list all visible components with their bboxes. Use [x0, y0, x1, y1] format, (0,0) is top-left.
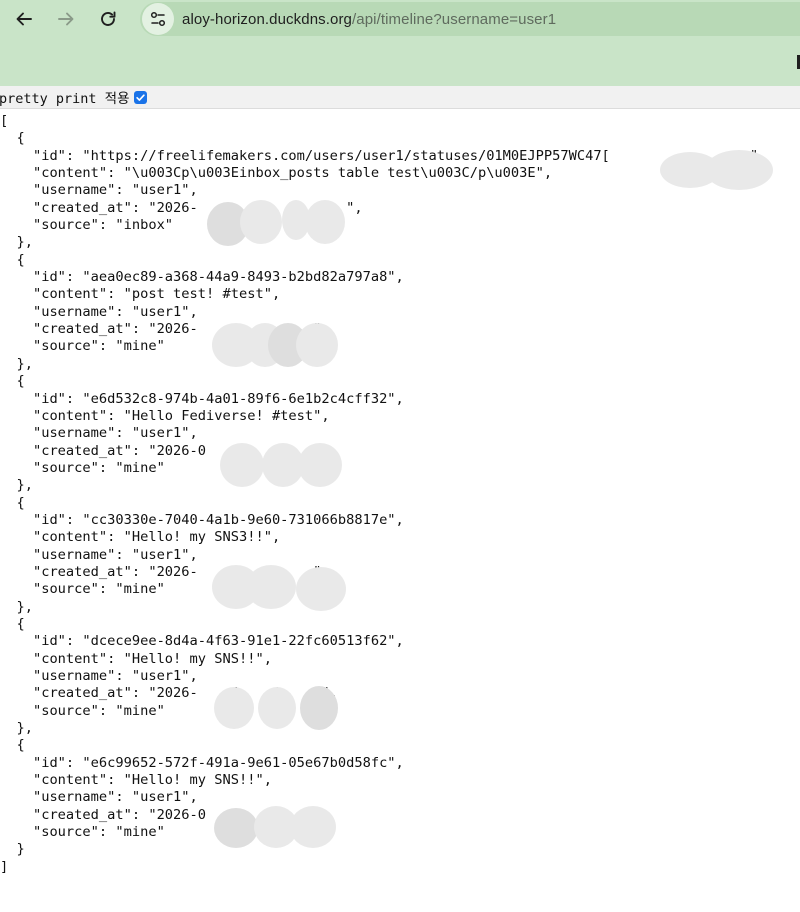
json-line: { — [16, 251, 25, 268]
checkmark-icon — [135, 93, 145, 101]
json-line: [ — [0, 113, 9, 129]
back-button[interactable] — [12, 7, 36, 31]
json-line: "username": "user1", — [32, 668, 198, 684]
reload-icon — [101, 11, 116, 26]
pretty-print-bar: pretty print 적용 — [0, 86, 800, 109]
json-line: "username": "user1", — [32, 182, 198, 199]
json-line: "content": "Hello! my SNS!!", — [32, 772, 272, 789]
bookmarks-bar — [0, 38, 800, 86]
json-line: { — [16, 130, 25, 147]
json-line: "source": "mine" — [32, 581, 165, 598]
json-line: "id": "https://freelifemakers.com/users/… — [32, 147, 766, 164]
pretty-print-checkbox[interactable] — [133, 90, 147, 104]
json-line: "username": "user1", — [32, 425, 198, 442]
json-response: [ { "id": "https://freelifemakers.com/us… — [0, 113, 766, 876]
json-line: "username": "user1", — [32, 546, 198, 563]
json-line: { — [16, 737, 25, 754]
json-line: "id": "cc30330e-7040-4a1b-9e60-731066b88… — [32, 511, 404, 528]
json-line: "source": "mine" — [32, 459, 165, 476]
json-line: "content": "post test! #test", — [32, 286, 281, 303]
json-line: "id": "e6d532c8-974b-4a01-89f6-6e1b2c4cf… — [32, 390, 404, 407]
json-line: }, — [16, 477, 33, 494]
json-line: "username": "user1", — [32, 303, 198, 320]
tune-icon — [150, 11, 166, 27]
site-info-button[interactable] — [142, 3, 174, 35]
json-line: }, — [16, 234, 33, 251]
arrow-right-icon — [58, 12, 74, 26]
json-line: }, — [16, 355, 33, 372]
json-line: "source": "mine" — [32, 338, 165, 355]
json-line: }, — [16, 720, 33, 737]
json-line: ] — [0, 858, 9, 875]
json-line: "source": "mine" — [32, 702, 165, 719]
url-path: /api/timeline?username=user1 — [352, 10, 557, 28]
pretty-print-label: pretty print 적용 — [0, 91, 130, 107]
json-line: { — [16, 615, 25, 632]
json-line: "content": "Hello Fediverse! #test", — [32, 407, 330, 424]
arrow-left-icon — [16, 12, 32, 26]
browser-toolbar: aloy-horizon.duckdns.org/api/timeline?us… — [0, 0, 800, 38]
url-text[interactable]: aloy-horizon.duckdns.org/api/timeline?us… — [182, 11, 556, 28]
json-line: } — [16, 841, 25, 858]
json-line: }, — [16, 598, 33, 615]
json-line: { — [16, 373, 25, 390]
reload-button[interactable] — [96, 7, 120, 31]
address-bar[interactable]: aloy-horizon.duckdns.org/api/timeline?us… — [140, 2, 800, 36]
json-line: "source": "mine" — [32, 824, 165, 841]
json-line: "source": "inbox" — [32, 217, 174, 234]
json-line: "id": "dcece9ee-8d4a-4f63-91e1-22fc60513… — [32, 633, 404, 650]
json-line: "content": "\u003Cp\u003Einbox_posts tab… — [32, 165, 553, 182]
json-line: "username": "user1", — [32, 789, 198, 806]
forward-button[interactable] — [54, 7, 78, 31]
json-line: "content": "Hello! my SNS3!!", — [32, 529, 281, 546]
json-line: "id": "e6c99652-572f-491a-9e61-05e67b0d5… — [32, 754, 404, 771]
json-line: "id": "aea0ec89-a368-44a9-8493-b2bd82a79… — [32, 269, 404, 286]
json-line: "content": "Hello! my SNS!!", — [32, 650, 272, 667]
json-line: { — [16, 494, 25, 511]
url-host: aloy-horizon.duckdns.org — [182, 10, 352, 28]
